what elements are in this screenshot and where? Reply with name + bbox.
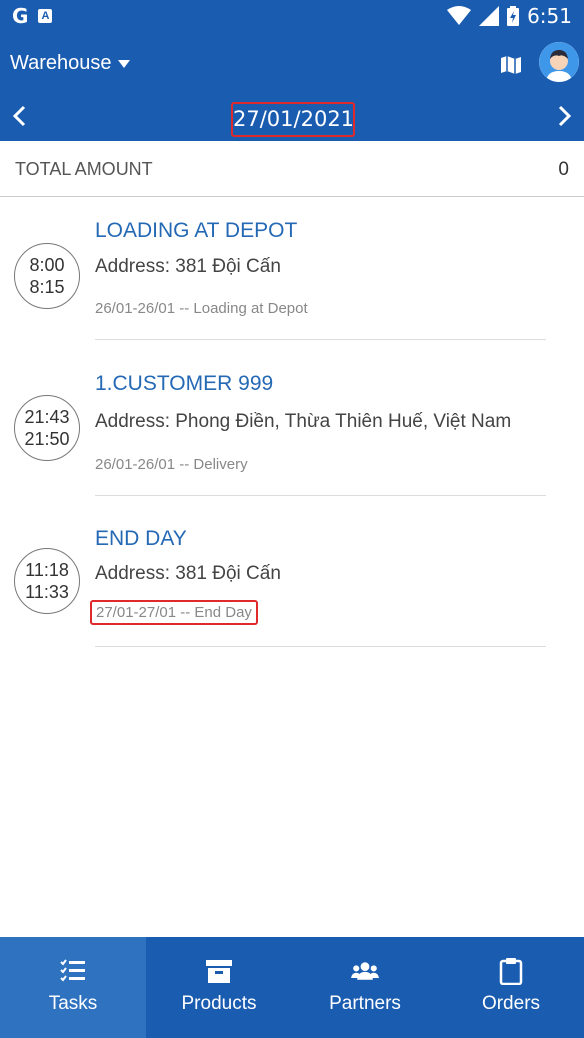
time-circle: 11:18 11:33: [14, 548, 80, 614]
a-icon: A: [38, 9, 53, 23]
time-end: 21:50: [24, 429, 70, 449]
clock-time: 6:51: [527, 4, 572, 28]
tab-orders[interactable]: Orders: [438, 937, 584, 1038]
archive-box-icon: [206, 960, 232, 983]
tab-tasks[interactable]: Tasks: [0, 937, 146, 1038]
tab-products-label: Products: [181, 993, 257, 1014]
time-end: 11:33: [25, 582, 69, 602]
divider: [95, 339, 546, 340]
next-date-button[interactable]: [552, 104, 576, 128]
g-icon: G: [12, 4, 29, 28]
task-item[interactable]: 8:00 8:15 LOADING AT DEPOT Address: 381 …: [0, 198, 584, 340]
total-amount-value: 0: [558, 159, 569, 180]
task-address: Address: 381 Đội Cấn: [95, 563, 281, 584]
current-date[interactable]: 27/01/2021: [231, 102, 355, 137]
total-amount-label: TOTAL AMOUNT: [15, 159, 153, 179]
task-item[interactable]: 21:43 21:50 1.CUSTOMER 999 Address: Phon…: [0, 353, 584, 496]
tab-partners[interactable]: Partners: [292, 937, 438, 1038]
task-title: END DAY: [95, 527, 187, 550]
tab-products[interactable]: Products: [146, 937, 292, 1038]
signal-icon: [479, 6, 500, 26]
task-item[interactable]: 11:18 11:33 END DAY Address: 381 Đội Cấn…: [0, 508, 584, 648]
users-icon: [351, 962, 379, 980]
user-avatar-icon: [539, 42, 579, 82]
checklist-icon: [60, 959, 85, 982]
total-amount-row: TOTAL AMOUNT 0: [0, 141, 584, 197]
time-start: 11:18: [25, 560, 69, 580]
time-end: 8:15: [29, 277, 65, 297]
task-title: 1.CUSTOMER 999: [95, 372, 274, 395]
bottom-navigation: Tasks Products Partners Orders: [0, 937, 584, 1038]
task-address: Address: 381 Đội Cấn: [95, 256, 281, 277]
task-note: 27/01-27/01 -- End Day: [90, 600, 258, 625]
time-start: 21:43: [24, 407, 70, 427]
avatar[interactable]: [539, 42, 579, 82]
caret-down-icon: [117, 59, 130, 68]
battery-icon: [507, 6, 520, 26]
warehouse-label: Warehouse: [10, 52, 112, 74]
status-bar: G A 6:51: [0, 0, 584, 32]
task-title: LOADING AT DEPOT: [95, 219, 298, 242]
task-note: 26/01-26/01 -- Delivery: [95, 456, 248, 473]
wifi-icon: [447, 6, 472, 25]
time-start: 8:00: [29, 255, 65, 275]
clipboard-icon: [499, 958, 523, 985]
tab-partners-label: Partners: [329, 993, 401, 1014]
app-bar: Warehouse 27/01/2021: [0, 32, 584, 141]
tab-tasks-label: Tasks: [48, 993, 98, 1014]
divider: [95, 495, 546, 496]
divider: [95, 646, 546, 647]
task-address: Address: Phong Điền, Thừa Thiên Huế, Việ…: [95, 411, 512, 432]
time-circle: 8:00 8:15: [14, 243, 80, 309]
tab-orders-label: Orders: [481, 993, 541, 1014]
map-icon[interactable]: [500, 54, 522, 76]
warehouse-dropdown[interactable]: Warehouse: [10, 52, 130, 75]
time-circle: 21:43 21:50: [14, 395, 80, 461]
task-note: 26/01-26/01 -- Loading at Depot: [95, 300, 308, 317]
previous-date-button[interactable]: [8, 104, 32, 128]
